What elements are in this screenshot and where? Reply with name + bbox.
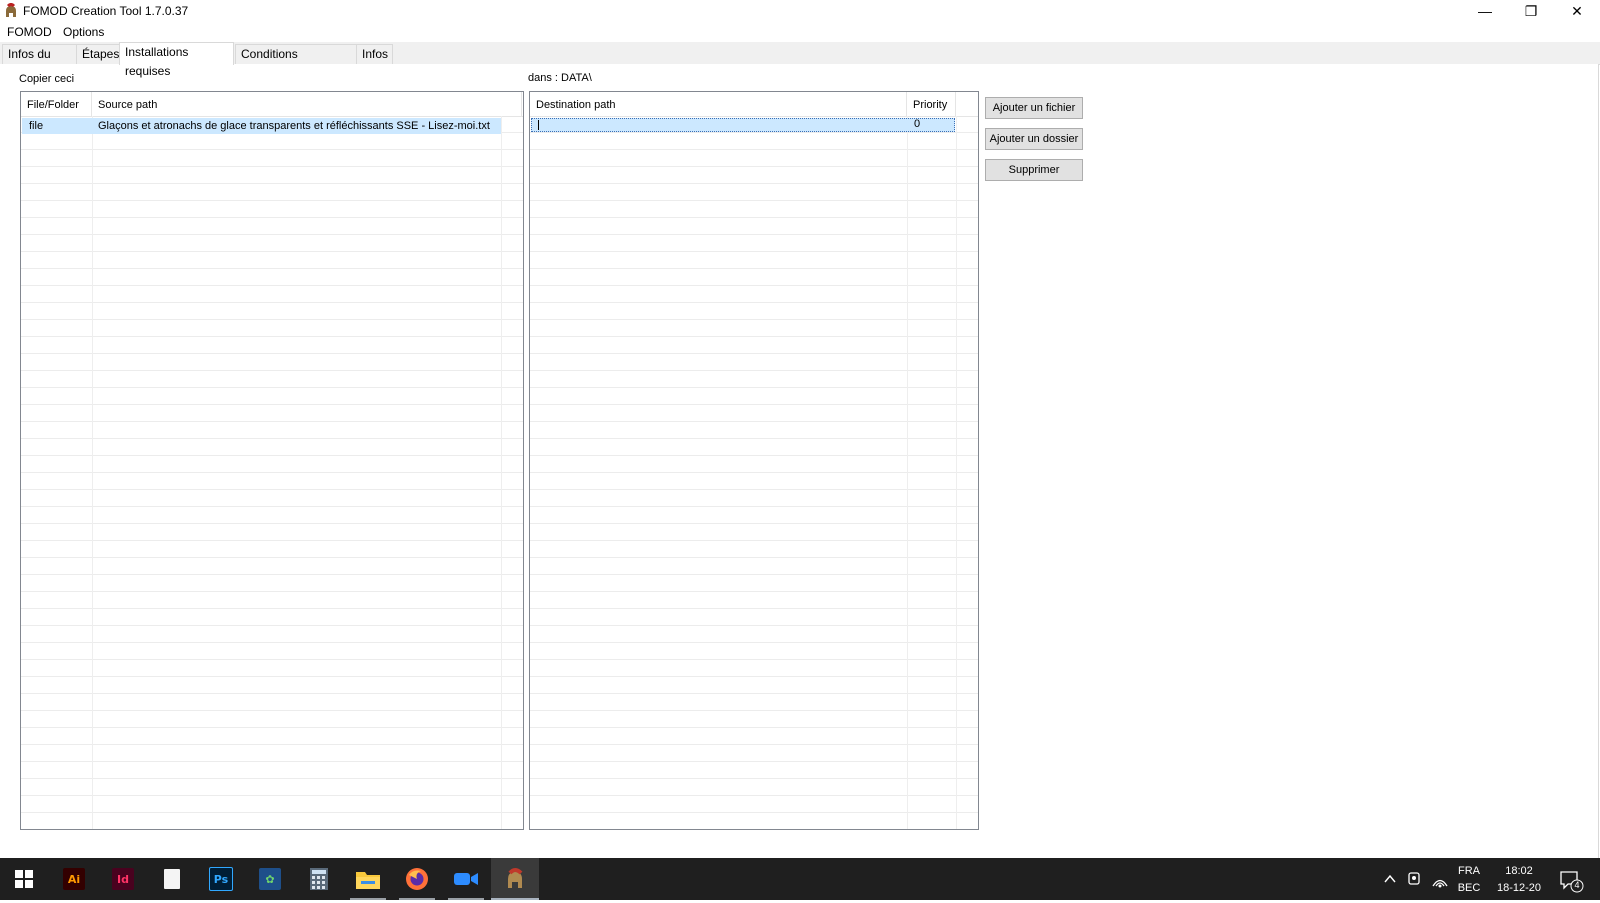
destination-list-header: Destination path Priority: [530, 92, 978, 117]
indesign-icon: Id: [112, 868, 134, 890]
illustrator-icon: Ai: [63, 868, 85, 890]
minimize-button[interactable]: —: [1462, 0, 1508, 22]
show-hidden-icons-button[interactable]: [1383, 858, 1401, 900]
tab-required-installs[interactable]: Installations requises: [119, 42, 234, 78]
fomod-tool-taskbar-item[interactable]: [491, 858, 539, 900]
firefox-icon: [406, 868, 428, 890]
app-helmet-icon: [3, 3, 19, 19]
indesign-taskbar-item[interactable]: Id: [99, 858, 147, 900]
calculator-taskbar-item[interactable]: [295, 858, 343, 900]
source-list-header: File/Folder Source path: [21, 92, 523, 117]
column-priority[interactable]: Priority: [907, 92, 956, 116]
add-file-button[interactable]: Ajouter un fichier: [985, 97, 1083, 119]
tab-content: Copier ceci dans : DATA\ File/Folder Sou…: [0, 64, 1599, 858]
notification-center-button[interactable]: 4: [1558, 858, 1588, 900]
tab-steps[interactable]: Étapes: [76, 44, 120, 64]
source-label: Copier ceci: [19, 73, 75, 85]
zoom-taskbar-item[interactable]: [442, 858, 490, 900]
title-bar: FOMOD Creation Tool 1.7.0.37 — ❐ ✕: [0, 0, 1600, 22]
windows-icon: [15, 870, 33, 888]
tab-infos[interactable]: Infos: [356, 44, 393, 64]
taskbar: Ai Id Ps ✿ FRA BEC 18:02 18-12-20 4: [0, 858, 1600, 900]
destination-label: dans : DATA\: [528, 72, 592, 84]
photoshop-taskbar-item[interactable]: Ps: [197, 858, 245, 900]
destination-list-body: [530, 116, 978, 829]
illustrator-taskbar-item[interactable]: Ai: [50, 858, 98, 900]
video-camera-icon: [454, 873, 478, 885]
notification-count: 4: [1574, 880, 1580, 890]
file-explorer-taskbar-item[interactable]: [344, 858, 392, 900]
maximize-button[interactable]: ❐: [1508, 0, 1554, 22]
start-button[interactable]: [0, 858, 48, 900]
text-cursor: [538, 120, 539, 130]
tab-strip: Infos du mod Étapes Installations requis…: [0, 42, 1600, 80]
meet-now-icon[interactable]: [1407, 858, 1425, 900]
delete-button[interactable]: Supprimer: [985, 159, 1083, 181]
table-row[interactable]: file Glaçons et atronachs de glace trans…: [22, 118, 501, 134]
destination-list[interactable]: Destination path Priority 0: [529, 91, 979, 830]
sublime-taskbar-item[interactable]: ✿: [246, 858, 294, 900]
column-file-folder[interactable]: File/Folder: [21, 92, 92, 116]
close-button[interactable]: ✕: [1554, 0, 1600, 22]
photoshop-icon: Ps: [209, 867, 233, 891]
input-language[interactable]: FRA: [1454, 865, 1484, 877]
document-icon: [164, 869, 180, 889]
column-destination-path[interactable]: Destination path: [530, 92, 907, 116]
menu-bar: FOMOD Options: [0, 22, 1600, 42]
row-source-path: Glaçons et atronachs de glace transparen…: [98, 120, 490, 132]
notepad-taskbar-item[interactable]: [148, 858, 196, 900]
keyboard-region[interactable]: BEC: [1454, 882, 1484, 894]
menu-fomod[interactable]: FOMOD: [7, 25, 52, 39]
column-source-path[interactable]: Source path: [92, 92, 522, 116]
clock-time[interactable]: 18:02: [1494, 865, 1544, 877]
chevron-up-icon: [1384, 874, 1396, 883]
row-type: file: [29, 120, 44, 132]
firefox-taskbar-item[interactable]: [393, 858, 441, 900]
clock-date[interactable]: 18-12-20: [1494, 882, 1544, 894]
add-folder-button[interactable]: Ajouter un dossier: [985, 128, 1083, 150]
source-list-body: [21, 116, 523, 829]
priority-value[interactable]: 0: [914, 118, 920, 130]
menu-options[interactable]: Options: [63, 25, 104, 39]
tab-mod-info[interactable]: Infos du mod: [2, 44, 77, 80]
folder-icon: [356, 872, 380, 889]
helmet-icon: [508, 868, 523, 888]
calculator-icon: [310, 868, 328, 890]
window-title: FOMOD Creation Tool 1.7.0.37: [23, 4, 189, 18]
source-file-list[interactable]: File/Folder Source path file Glaçons et …: [20, 91, 524, 830]
notification-icon: [1560, 871, 1584, 893]
destination-edit-row[interactable]: 0: [531, 118, 955, 132]
tab-install-conditions[interactable]: Conditions d'installation: [235, 44, 357, 80]
wifi-icon[interactable]: [1431, 858, 1451, 900]
butterfly-app-icon: ✿: [259, 868, 281, 890]
